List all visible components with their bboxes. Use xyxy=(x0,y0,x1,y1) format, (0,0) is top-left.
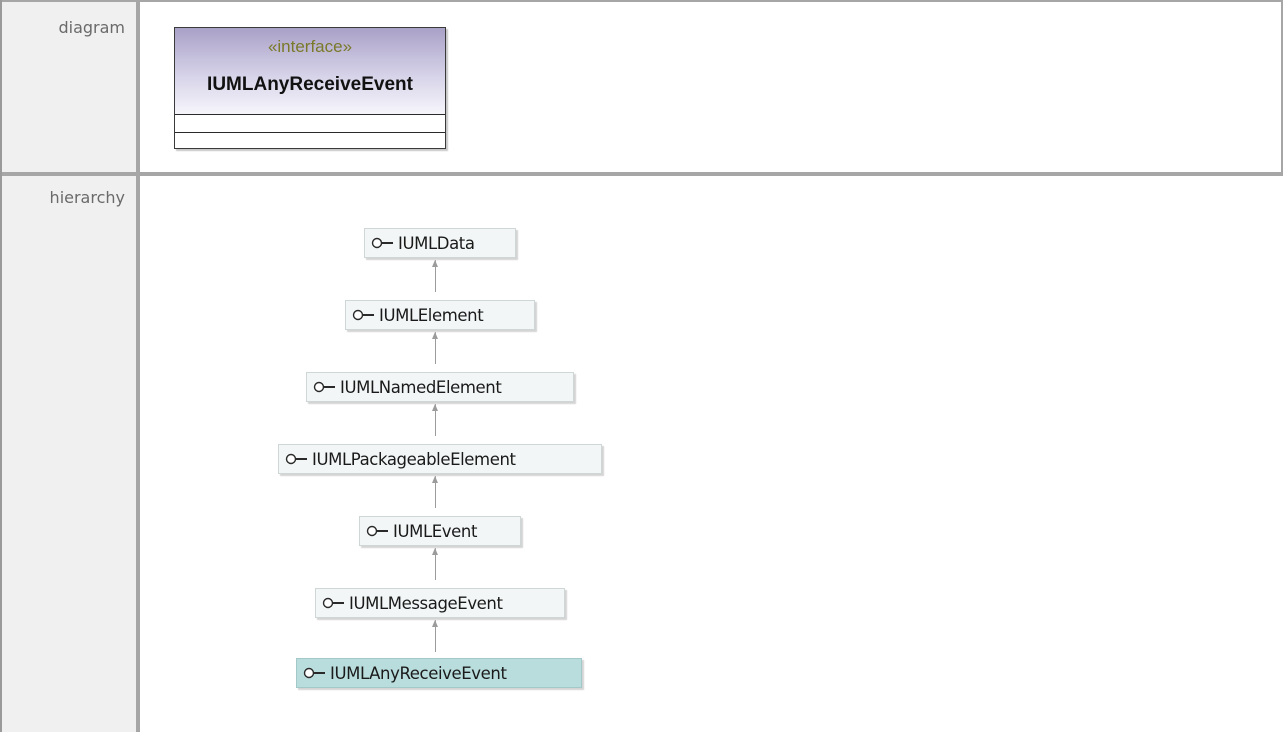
inheritance-arrowhead xyxy=(432,620,438,627)
hierarchy-node-label: IUMLMessageEvent xyxy=(349,593,503,613)
hierarchy-row: hierarchy IUMLData IUMLElement IUMLNamed… xyxy=(2,176,1283,732)
interface-lollipop-icon xyxy=(322,597,344,609)
uml-interface-box[interactable]: «interface» IUMLAnyReceiveEvent xyxy=(174,27,446,149)
interface-lollipop-icon xyxy=(285,453,307,465)
uml-stereotype: «interface» xyxy=(267,37,353,56)
hierarchy-node-label: IUMLElement xyxy=(379,305,484,325)
hierarchy-node-label: IUMLPackageableElement xyxy=(312,449,516,469)
inheritance-arrowhead xyxy=(432,404,438,411)
interface-lollipop-icon xyxy=(303,667,325,679)
uml-attributes-compartment xyxy=(175,115,445,133)
hierarchy-node-iumlanyreceiveevent[interactable]: IUMLAnyReceiveEvent xyxy=(296,658,582,688)
hierarchy-node-label: IUMLAnyReceiveEvent xyxy=(330,663,507,683)
hierarchy-node-iumlmessageevent[interactable]: IUMLMessageEvent xyxy=(315,588,565,618)
hierarchy-node-label: IUMLData xyxy=(398,233,475,253)
diagram-label: diagram xyxy=(2,2,136,172)
inheritance-arrowhead xyxy=(432,476,438,483)
interface-lollipop-icon xyxy=(313,381,335,393)
hierarchy-content: IUMLData IUMLElement IUMLNamedElement IU… xyxy=(140,176,1283,732)
hierarchy-node-iumlpackageableelement[interactable]: IUMLPackageableElement xyxy=(278,444,602,474)
inheritance-arrowhead xyxy=(432,260,438,267)
hierarchy-node-iumlelement[interactable]: IUMLElement xyxy=(345,300,535,330)
inheritance-arrowhead xyxy=(432,548,438,555)
hierarchy-node-label: IUMLNamedElement xyxy=(340,377,502,397)
diagram-row: diagram «interface» IUMLAnyReceiveEvent xyxy=(2,2,1283,172)
uml-interface-header: «interface» IUMLAnyReceiveEvent xyxy=(175,28,445,115)
interface-lollipop-icon xyxy=(366,525,388,537)
diagram-content: «interface» IUMLAnyReceiveEvent xyxy=(140,2,1283,172)
inheritance-arrowhead xyxy=(432,332,438,339)
hierarchy-label: hierarchy xyxy=(2,176,136,732)
interface-lollipop-icon xyxy=(371,237,393,249)
hierarchy-node-iumldata[interactable]: IUMLData xyxy=(364,228,516,258)
hierarchy-node-label: IUMLEvent xyxy=(393,521,478,541)
hierarchy-node-iumlnamedelement[interactable]: IUMLNamedElement xyxy=(306,372,574,402)
documentation-page: diagram «interface» IUMLAnyReceiveEvent … xyxy=(0,0,1283,732)
interface-lollipop-icon xyxy=(352,309,374,321)
hierarchy-node-iumlevent[interactable]: IUMLEvent xyxy=(359,516,521,546)
uml-interface-name: IUMLAnyReceiveEvent xyxy=(207,74,413,95)
